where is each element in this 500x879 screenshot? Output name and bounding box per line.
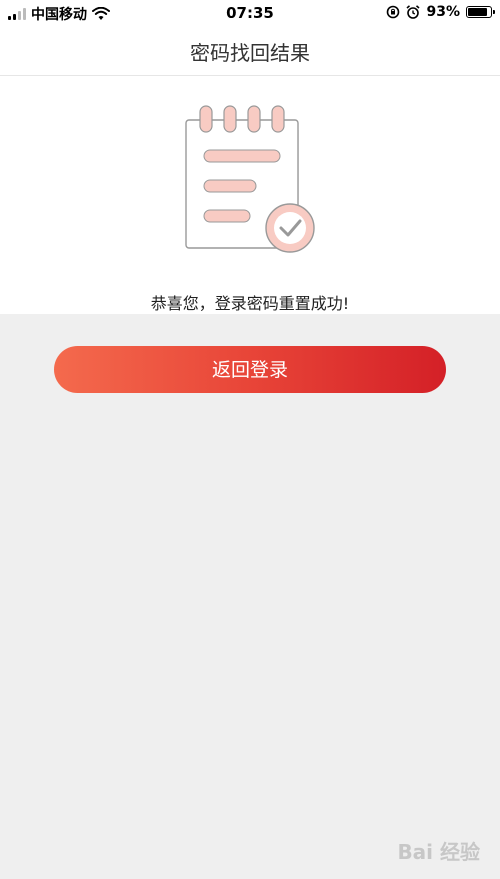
alarm-icon [406, 5, 421, 19]
battery-icon [466, 6, 495, 18]
success-message: 恭喜您，登录密码重置成功! [150, 294, 350, 313]
rotation-lock-icon [387, 5, 400, 19]
watermark-logo: Bai 经验 [397, 840, 480, 864]
status-right: 93% [386, 4, 495, 20]
navigation-bar: 密码找回结果 [0, 26, 500, 76]
return-login-button[interactable]: 返回登录 [54, 346, 446, 393]
page-title: 密码找回结果 [190, 41, 310, 65]
notepad-check-icon [185, 105, 315, 253]
battery-percent: 93% [426, 4, 460, 20]
status-bar: 中国移动 07:35 93% [0, 0, 500, 26]
battery-fill [468, 8, 488, 16]
